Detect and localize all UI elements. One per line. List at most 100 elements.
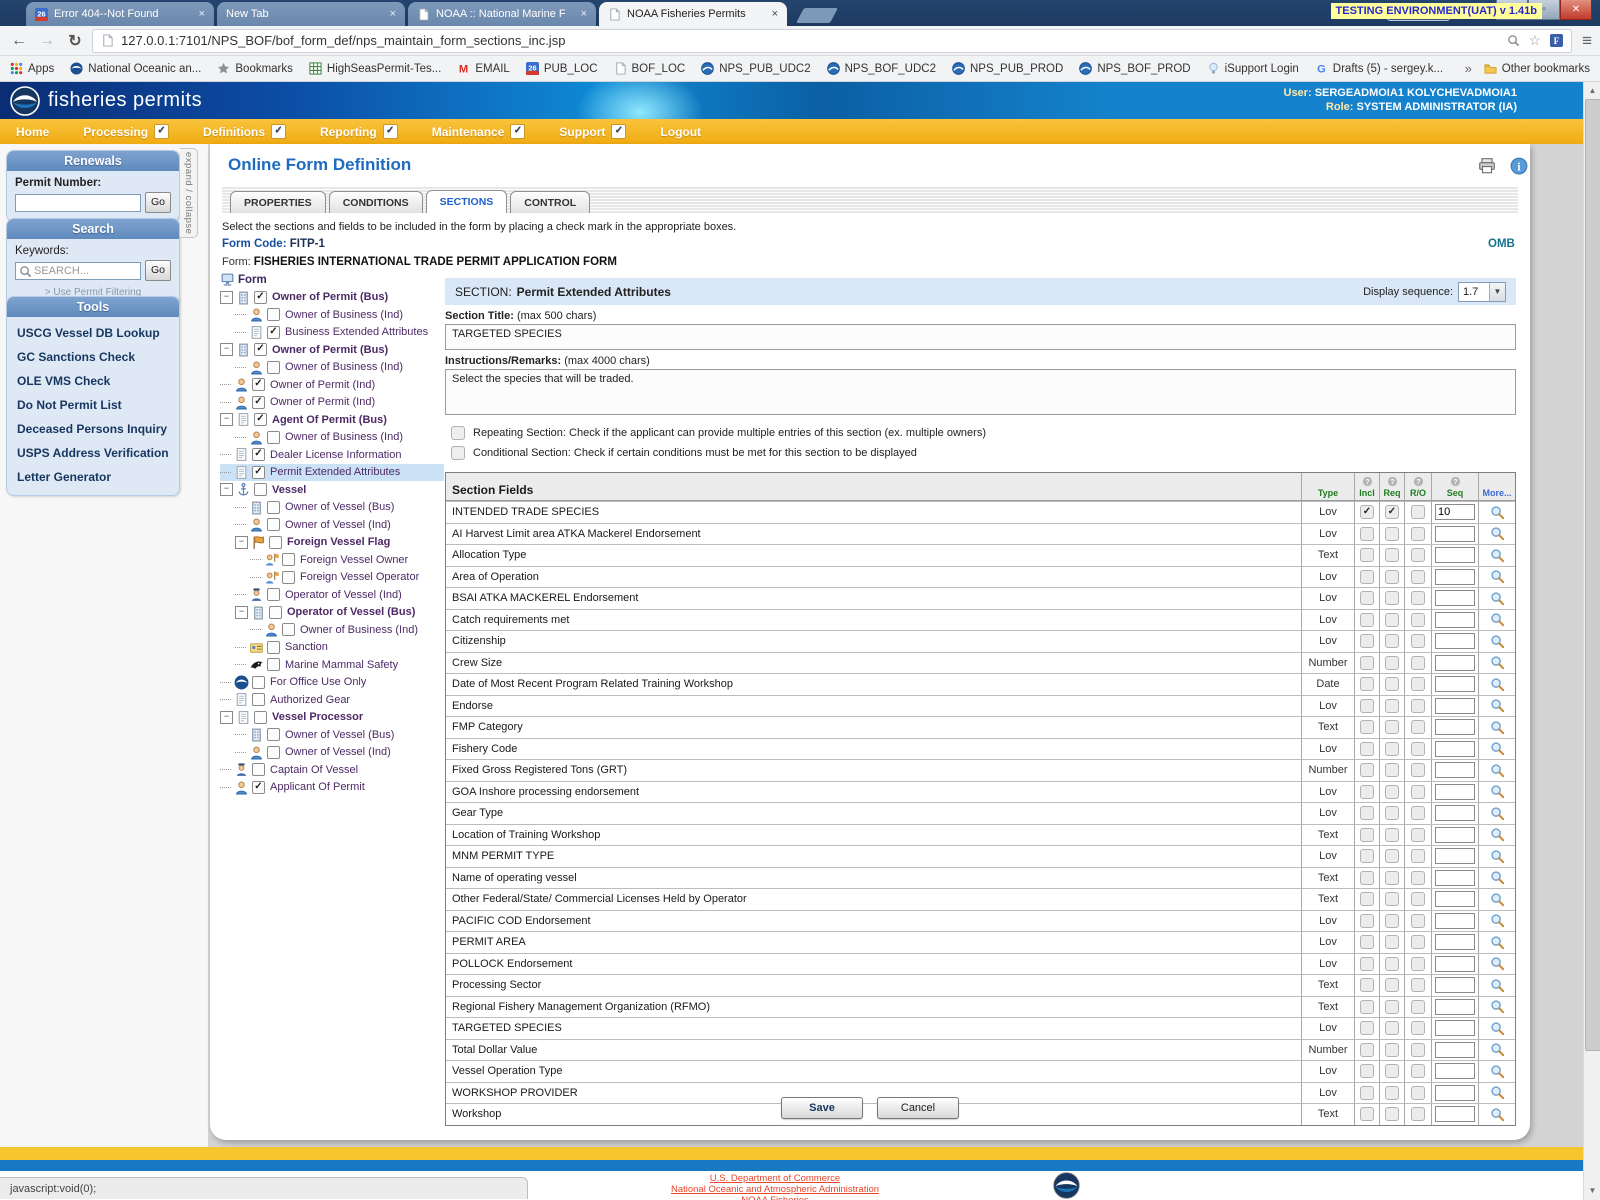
tool-link[interactable]: USPS Address Verification: [11, 441, 175, 465]
readonly-checkbox[interactable]: [1411, 935, 1425, 949]
readonly-checkbox[interactable]: [1411, 591, 1425, 605]
browser-tab[interactable]: NOAA Fisheries Permits×: [599, 2, 787, 26]
seq-input[interactable]: [1435, 633, 1475, 649]
field-details-magnifier-icon[interactable]: [1490, 655, 1505, 670]
req-checkbox[interactable]: [1385, 892, 1399, 906]
tree-item[interactable]: Captain Of Vessel: [220, 761, 444, 779]
tree-item[interactable]: Owner of Business (Ind): [220, 359, 444, 377]
help-icon[interactable]: ?: [1387, 476, 1398, 487]
back-icon[interactable]: ←: [8, 32, 30, 50]
search-go-button[interactable]: Go: [145, 260, 171, 281]
field-details-magnifier-icon[interactable]: [1490, 999, 1505, 1014]
tree-item[interactable]: Operator of Vessel (Ind): [220, 586, 444, 604]
save-button[interactable]: Save: [781, 1097, 863, 1119]
tree-collapse-icon[interactable]: −: [235, 536, 248, 549]
tree-item-checkbox[interactable]: [254, 483, 267, 496]
field-details-magnifier-icon[interactable]: [1490, 956, 1505, 971]
incl-checkbox[interactable]: [1360, 978, 1374, 992]
sidebar-expand-collapse-tab[interactable]: expand / collapse: [180, 148, 198, 238]
tree-item-label[interactable]: Marine Mammal Safety: [285, 659, 398, 671]
window-close-button[interactable]: ✕: [1560, 0, 1592, 20]
req-checkbox[interactable]: [1385, 1000, 1399, 1014]
seq-input[interactable]: [1435, 827, 1475, 843]
help-icon[interactable]: ?: [1362, 476, 1373, 487]
tree-item-checkbox[interactable]: [252, 693, 265, 706]
tree-root[interactable]: Form: [220, 271, 444, 289]
tree-item-checkbox[interactable]: ✓: [254, 343, 267, 356]
tree-item[interactable]: −Vessel: [220, 481, 444, 499]
seq-input[interactable]: [1435, 569, 1475, 585]
bookmark-item[interactable]: HighSeasPermit-Tes...: [309, 62, 441, 75]
req-checkbox[interactable]: ✓: [1385, 505, 1399, 519]
instructions-textarea[interactable]: Select the species that will be traded.: [445, 369, 1516, 415]
tree-collapse-icon[interactable]: −: [220, 343, 233, 356]
other-bookmarks[interactable]: Other bookmarks: [1484, 62, 1590, 75]
bookmark-item[interactable]: NPS_BOF_UDC2: [827, 62, 936, 75]
field-details-magnifier-icon[interactable]: [1490, 548, 1505, 563]
tree-item[interactable]: −✓Owner of Permit (Bus): [220, 341, 444, 359]
tree-item-checkbox[interactable]: [252, 676, 265, 689]
tool-link[interactable]: Do Not Permit List: [11, 393, 175, 417]
seq-input[interactable]: [1435, 977, 1475, 993]
readonly-checkbox[interactable]: [1411, 978, 1425, 992]
tree-item-label[interactable]: Owner of Vessel (Bus): [285, 501, 394, 513]
bookmark-item[interactable]: NPS_PUB_UDC2: [701, 62, 810, 75]
readonly-checkbox[interactable]: [1411, 699, 1425, 713]
tree-item-checkbox[interactable]: [282, 623, 295, 636]
readonly-checkbox[interactable]: [1411, 720, 1425, 734]
incl-checkbox[interactable]: [1360, 742, 1374, 756]
field-details-magnifier-icon[interactable]: [1490, 935, 1505, 950]
incl-checkbox[interactable]: [1360, 548, 1374, 562]
tree-collapse-icon[interactable]: −: [235, 606, 248, 619]
tree-item-label[interactable]: For Office Use Only: [270, 676, 366, 688]
req-checkbox[interactable]: [1385, 634, 1399, 648]
field-details-magnifier-icon[interactable]: [1490, 741, 1505, 756]
readonly-checkbox[interactable]: [1411, 570, 1425, 584]
seq-input[interactable]: [1435, 676, 1475, 692]
tree-item[interactable]: Owner of Vessel (Ind): [220, 516, 444, 534]
field-details-magnifier-icon[interactable]: [1490, 1064, 1505, 1079]
tree-item-label[interactable]: Sanction: [285, 641, 328, 653]
seq-input[interactable]: [1435, 870, 1475, 886]
tree-item-label[interactable]: Authorized Gear: [270, 694, 350, 706]
tree-item[interactable]: −Operator of Vessel (Bus): [220, 604, 444, 622]
incl-checkbox[interactable]: [1360, 785, 1374, 799]
new-tab-button[interactable]: [796, 8, 838, 23]
field-details-magnifier-icon[interactable]: [1490, 1021, 1505, 1036]
browser-tab[interactable]: New Tab×: [217, 2, 405, 26]
tool-link[interactable]: USCG Vessel DB Lookup: [11, 321, 175, 345]
nav-dropdown-icon[interactable]: ✓: [383, 124, 398, 139]
readonly-checkbox[interactable]: [1411, 1000, 1425, 1014]
readonly-checkbox[interactable]: [1411, 677, 1425, 691]
seq-input[interactable]: [1435, 848, 1475, 864]
tree-item[interactable]: Authorized Gear: [220, 691, 444, 709]
section-title-textarea[interactable]: TARGETED SPECIES: [445, 324, 1516, 350]
readonly-checkbox[interactable]: [1411, 1021, 1425, 1035]
req-checkbox[interactable]: [1385, 914, 1399, 928]
seq-input[interactable]: [1435, 891, 1475, 907]
field-details-magnifier-icon[interactable]: [1490, 612, 1505, 627]
page-scrollbar[interactable]: ▲ ▼: [1583, 82, 1600, 1200]
tree-item[interactable]: ✓Dealer License Information: [220, 446, 444, 464]
tree-item[interactable]: ✓Owner of Permit (Ind): [220, 376, 444, 394]
conditional-section-checkbox[interactable]: [451, 446, 465, 460]
field-details-magnifier-icon[interactable]: [1490, 913, 1505, 928]
field-details-magnifier-icon[interactable]: [1490, 677, 1505, 692]
req-checkbox[interactable]: [1385, 570, 1399, 584]
tree-item-checkbox[interactable]: [282, 571, 295, 584]
tree-item-checkbox[interactable]: [267, 501, 280, 514]
tree-item-checkbox[interactable]: ✓: [267, 326, 280, 339]
bookmark-item[interactable]: National Oceanic an...: [70, 62, 201, 75]
incl-checkbox[interactable]: [1360, 871, 1374, 885]
req-checkbox[interactable]: [1385, 978, 1399, 992]
field-details-magnifier-icon[interactable]: [1490, 526, 1505, 541]
tree-item-checkbox[interactable]: [254, 711, 267, 724]
req-checkbox[interactable]: [1385, 828, 1399, 842]
form-tab-conditions[interactable]: CONDITIONS: [329, 191, 423, 213]
field-details-magnifier-icon[interactable]: [1490, 698, 1505, 713]
tree-item-checkbox[interactable]: [267, 588, 280, 601]
field-details-magnifier-icon[interactable]: [1490, 892, 1505, 907]
tab-close-icon[interactable]: ×: [390, 8, 396, 20]
bookmark-item[interactable]: 26PUB_LOC: [526, 62, 598, 75]
readonly-checkbox[interactable]: [1411, 914, 1425, 928]
